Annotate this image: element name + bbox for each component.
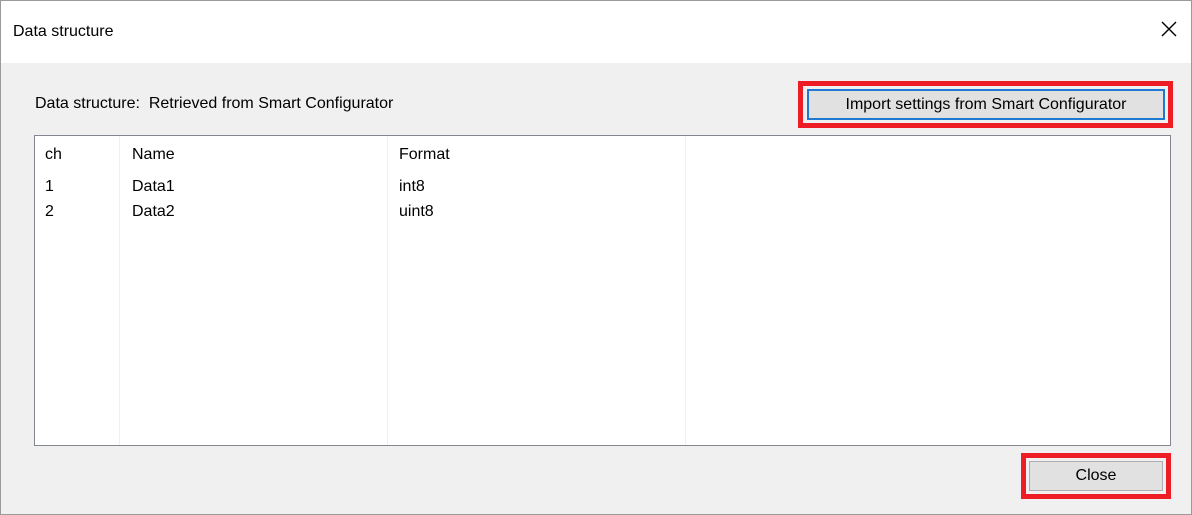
cell-name: Data1	[132, 178, 175, 195]
cell-format: uint8	[399, 203, 434, 220]
table-row[interactable]: 2 Data2 uint8	[35, 203, 1170, 225]
import-settings-button[interactable]: Import settings from Smart Configurator	[807, 89, 1165, 120]
cell-ch: 1	[45, 178, 54, 195]
column-header-ch[interactable]: ch	[45, 146, 62, 164]
close-icon	[1161, 21, 1177, 37]
cell-ch: 2	[45, 203, 54, 220]
cell-name: Data2	[132, 203, 175, 220]
dialog-window: Data structure Data structure: Retrieved…	[0, 0, 1192, 515]
window-close-button[interactable]	[1155, 15, 1183, 43]
column-header-name[interactable]: Name	[132, 146, 175, 164]
table-row[interactable]: 1 Data1 int8	[35, 178, 1170, 200]
data-structure-label: Data structure: Retrieved from Smart Con…	[35, 95, 394, 112]
title-bar: Data structure	[1, 1, 1191, 63]
close-button[interactable]: Close	[1029, 461, 1163, 491]
cell-format: int8	[399, 178, 425, 195]
column-header-format[interactable]: Format	[399, 146, 450, 164]
data-structure-list[interactable]: ch Name Format 1 Data1 int8 2 Data2 uint…	[34, 135, 1171, 446]
window-title: Data structure	[13, 23, 114, 40]
